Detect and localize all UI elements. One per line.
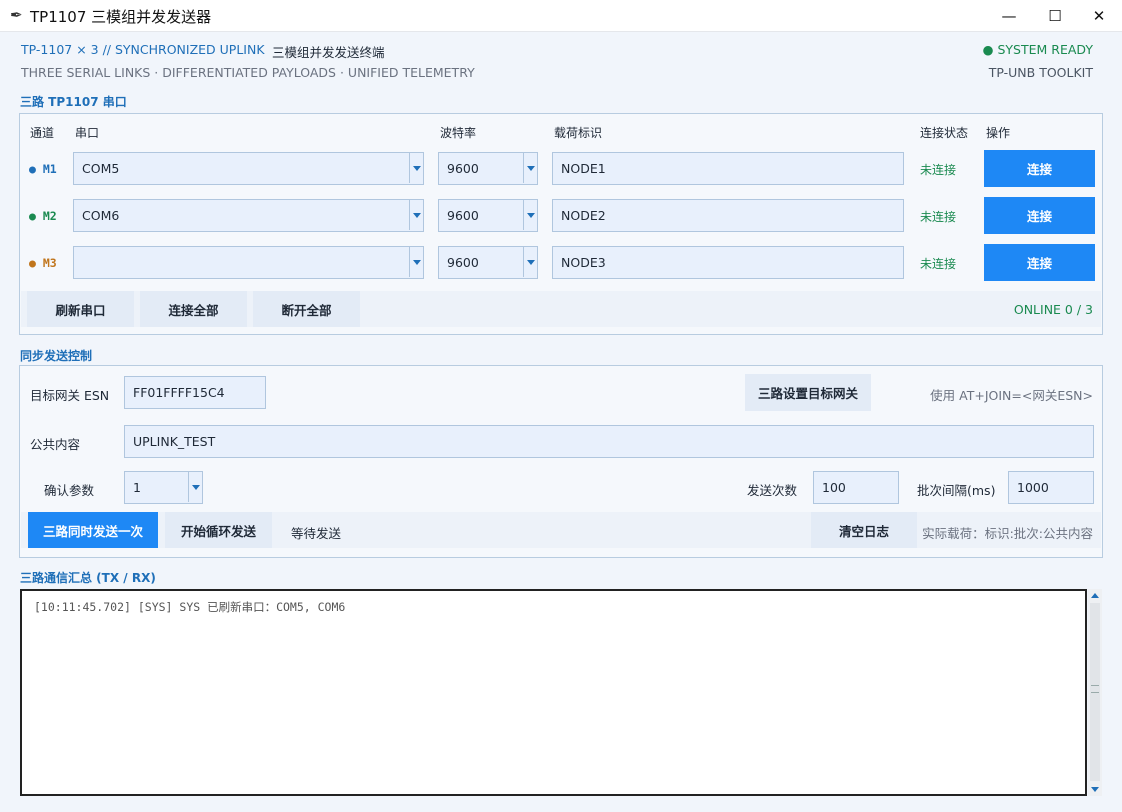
confirm-label: 确认参数 — [44, 483, 95, 498]
esn-label: 目标网关 ESN — [30, 388, 110, 403]
port-value-m2: COM6 — [82, 208, 120, 223]
col-channel: 通道 — [30, 126, 55, 140]
channel-m2: ● M2 — [29, 209, 57, 223]
header-subtitle: TP-1107 × 3 // SYNCHRONIZED UPLINK — [21, 42, 265, 57]
send-count-input[interactable]: 100 — [813, 471, 899, 504]
header-tagline: THREE SERIAL LINKS · DIFFERENTIATED PAYL… — [21, 65, 475, 80]
connect-button-m3[interactable]: 连接 — [984, 244, 1095, 281]
window-title: TP1107 三模组并发发送器 — [30, 8, 212, 26]
interval-value: 1000 — [1017, 480, 1049, 495]
interval-label: 批次间隔(ms) — [917, 483, 996, 498]
payload-value-m2: NODE2 — [561, 208, 606, 223]
online-count: ONLINE 0 / 3 — [1013, 302, 1093, 317]
baud-value-m3: 9600 — [447, 255, 479, 270]
minimize-button[interactable]: — — [986, 0, 1032, 32]
payload-input-m3[interactable]: NODE3 — [552, 246, 904, 279]
chevron-down-icon[interactable] — [409, 153, 423, 183]
feather-icon: ✒ — [10, 6, 23, 24]
state-m3: 未连接 — [920, 257, 957, 271]
refresh-ports-button[interactable]: 刷新串口 — [27, 291, 134, 327]
esn-value: FF01FFFF15C4 — [133, 385, 225, 400]
col-baud: 波特率 — [440, 126, 477, 140]
state-m2: 未连接 — [920, 210, 957, 224]
col-action: 操作 — [986, 126, 1011, 140]
connect-button-m2[interactable]: 连接 — [984, 197, 1095, 234]
esn-input[interactable]: FF01FFFF15C4 — [124, 376, 266, 409]
join-hint: 使用 AT+JOIN=<网关ESN> — [930, 388, 1093, 403]
chevron-down-icon[interactable] — [409, 247, 423, 277]
header-terminal-name: 三模组并发发送终端 — [272, 45, 385, 60]
content-label: 公共内容 — [30, 437, 81, 452]
chevron-down-icon[interactable] — [523, 153, 537, 183]
payload-input-m1[interactable]: NODE1 — [552, 152, 904, 185]
col-port: 串口 — [75, 126, 100, 140]
baud-select-m3[interactable]: 9600 — [438, 246, 538, 279]
baud-select-m1[interactable]: 9600 — [438, 152, 538, 185]
scroll-down-icon[interactable] — [1091, 787, 1099, 792]
payload-input-m2[interactable]: NODE2 — [552, 199, 904, 232]
content-input[interactable]: UPLINK_TEST — [124, 425, 1094, 458]
connect-all-button[interactable]: 连接全部 — [140, 291, 247, 327]
col-state: 连接状态 — [920, 126, 969, 140]
chevron-down-icon[interactable] — [523, 200, 537, 230]
set-gateway-button[interactable]: 三路设置目标网关 — [745, 374, 871, 411]
send-once-button[interactable]: 三路同时发送一次 — [28, 512, 158, 548]
scroll-grip-icon — [1091, 685, 1099, 693]
col-payload: 载荷标识 — [554, 126, 603, 140]
chevron-down-icon[interactable] — [409, 200, 423, 230]
content-value: UPLINK_TEST — [133, 434, 216, 449]
clear-log-button[interactable]: 清空日志 — [811, 512, 917, 548]
payload-value-m3: NODE3 — [561, 255, 606, 270]
port-select-m2[interactable]: COM6 — [73, 199, 424, 232]
payload-value-m1: NODE1 — [561, 161, 606, 176]
close-button[interactable]: ✕ — [1076, 0, 1122, 32]
log-line: [10:11:45.702] [SYS] SYS 已刷新串口：COM5, COM… — [34, 600, 346, 614]
maximize-button[interactable]: ☐ — [1032, 0, 1078, 32]
start-loop-button[interactable]: 开始循环发送 — [165, 512, 272, 548]
port-select-m1[interactable]: COM5 — [73, 152, 424, 185]
confirm-value: 1 — [133, 480, 141, 495]
ports-section-title: 三路 TP1107 串口 — [20, 95, 127, 109]
send-count-value: 100 — [822, 480, 846, 495]
state-m1: 未连接 — [920, 163, 957, 177]
interval-input[interactable]: 1000 — [1008, 471, 1094, 504]
log-scrollbar[interactable] — [1088, 589, 1102, 796]
confirm-select[interactable]: 1 — [124, 471, 203, 504]
channel-m1: ● M1 — [29, 162, 57, 176]
connect-button-m1[interactable]: 连接 — [984, 150, 1095, 187]
baud-value-m2: 9600 — [447, 208, 479, 223]
chevron-down-icon[interactable] — [523, 247, 537, 277]
log-section-title: 三路通信汇总 (TX / RX) — [20, 571, 156, 585]
system-status: ● SYSTEM READY — [982, 42, 1093, 57]
disconnect-all-button[interactable]: 断开全部 — [253, 291, 360, 327]
channel-m3: ● M3 — [29, 256, 57, 270]
baud-value-m1: 9600 — [447, 161, 479, 176]
toolkit-label: TP-UNB TOOLKIT — [988, 65, 1093, 80]
chevron-down-icon[interactable] — [188, 472, 202, 502]
send-status: 等待发送 — [291, 526, 342, 541]
baud-select-m2[interactable]: 9600 — [438, 199, 538, 232]
port-select-m3[interactable] — [73, 246, 424, 279]
send-count-label: 发送次数 — [747, 483, 798, 498]
port-value-m1: COM5 — [82, 161, 120, 176]
scroll-up-icon[interactable] — [1091, 593, 1099, 598]
sync-section-title: 同步发送控制 — [20, 349, 93, 363]
log-area[interactable]: [10:11:45.702] [SYS] SYS 已刷新串口：COM5, COM… — [20, 589, 1087, 796]
payload-hint: 实际载荷：标识:批次:公共内容 — [922, 526, 1093, 541]
